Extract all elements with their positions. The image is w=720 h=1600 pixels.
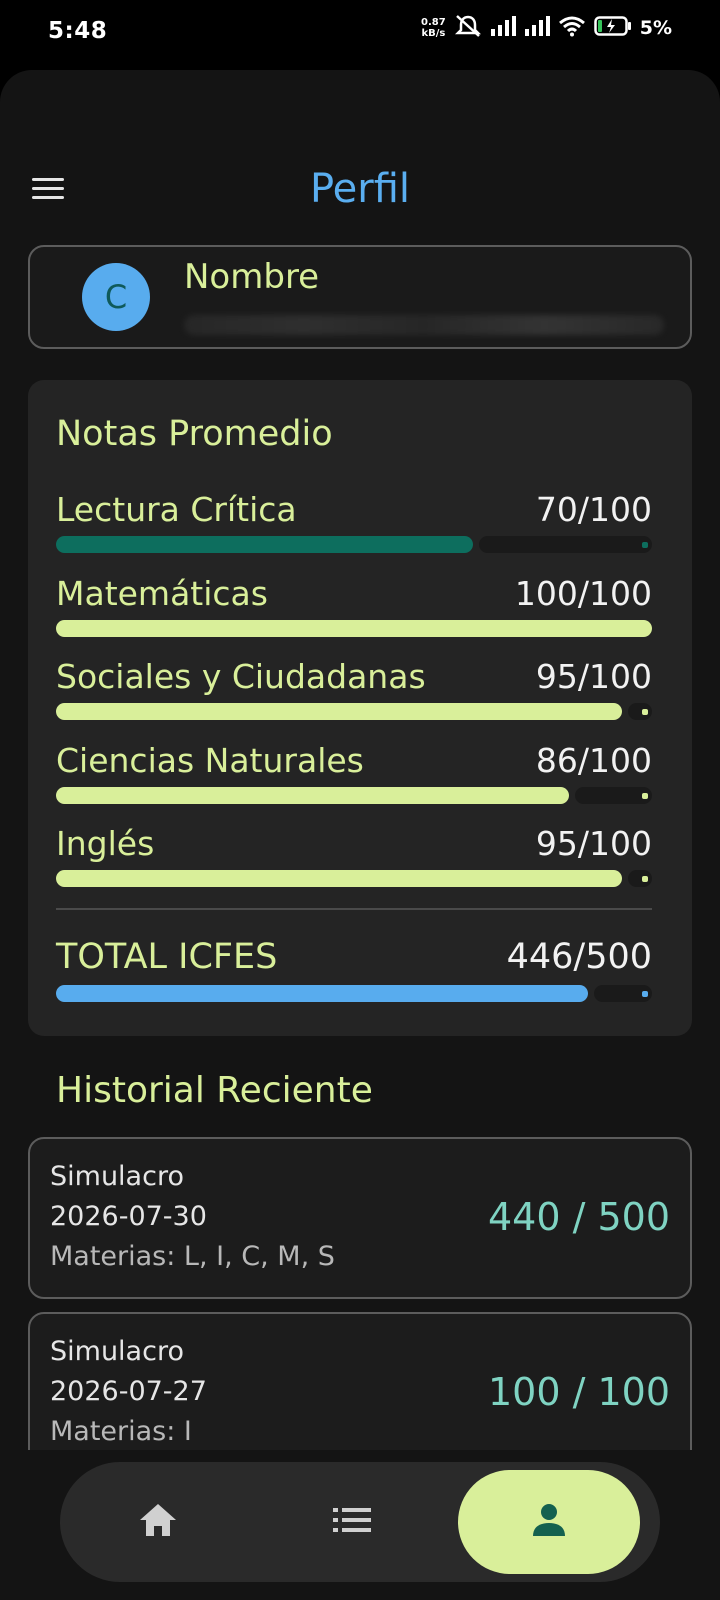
history-item[interactable]: Simulacro 2026-07-30 Materias: L, I, C, … [28,1137,692,1299]
total-label: TOTAL ICFES [56,937,278,977]
progress-bar [56,870,652,887]
subject-sociales: Sociales y Ciudadanas 95/100 [56,657,652,727]
subject-score: 100/100 [514,574,652,613]
home-icon [138,1502,178,1542]
subject-score: 70/100 [535,490,652,529]
progress-fill [56,870,622,887]
history-title: Historial Reciente [56,1070,373,1111]
subject-label: Inglés [56,824,155,863]
progress-bar [56,620,652,637]
user-card: C Nombre [28,245,692,349]
battery-icon [593,15,632,41]
network-speed-unit: kB/s [421,28,446,39]
progress-remaining [628,703,652,720]
progress-fill [56,703,622,720]
subject-matematicas: Matemáticas 100/100 [56,574,652,644]
bottom-nav [60,1462,660,1582]
nav-profile[interactable] [458,1470,640,1574]
network-speed: 0.87 kB/s [421,17,446,39]
history-date: 2026-07-27 [50,1376,207,1407]
app-surface: Perfil C Nombre Notas Promedio Lectura C… [0,70,720,1600]
progress-bar [56,985,652,1002]
status-bar: 5:48 0.87 kB/s 5% [0,0,720,66]
network-speed-value: 0.87 [421,17,446,28]
total-icfes: TOTAL ICFES 446/500 [56,937,652,1007]
progress-bar [56,536,652,553]
status-time: 5:48 [48,18,108,44]
person-icon [531,1502,567,1542]
subject-label: Lectura Crítica [56,490,297,529]
divider [56,908,652,910]
progress-bar [56,703,652,720]
progress-fill [56,620,652,637]
progress-remaining [575,787,652,804]
progress-end-dot [642,793,648,799]
list-icon [332,1505,372,1539]
progress-end-dot [642,542,648,548]
history-score: 100 / 100 [487,1370,670,1414]
subject-label: Sociales y Ciudadanas [56,657,426,696]
subject-label: Matemáticas [56,574,268,613]
history-type: Simulacro [50,1336,184,1367]
grades-title: Notas Promedio [56,414,333,454]
history-score: 440 / 500 [487,1195,670,1239]
mute-icon [454,14,482,42]
history-date: 2026-07-30 [50,1201,207,1232]
signal-icon [490,15,516,41]
avatar: C [82,263,150,331]
progress-end-dot [642,876,648,882]
page-title: Perfil [309,166,411,212]
redacted-name [184,315,664,335]
nav-list[interactable] [274,1470,430,1574]
wifi-icon [558,15,586,41]
progress-bar [56,787,652,804]
progress-end-dot [642,991,648,997]
battery-percent: 5% [639,17,672,39]
status-icons: 0.87 kB/s 5% [421,14,672,42]
history-subjects: Materias: I [50,1416,192,1447]
progress-end-dot [642,709,648,715]
progress-fill [56,787,569,804]
progress-remaining [479,536,652,553]
subject-ingles: Inglés 95/100 [56,824,652,894]
subject-lectura: Lectura Crítica 70/100 [56,490,652,560]
subject-ciencias: Ciencias Naturales 86/100 [56,741,652,811]
signal-icon-2 [524,15,550,41]
total-score: 446/500 [506,937,652,977]
history-type: Simulacro [50,1161,184,1192]
subject-score: 95/100 [535,657,652,696]
history-subjects: Materias: L, I, C, M, S [50,1241,335,1272]
user-name-label: Nombre [184,257,320,297]
subject-score: 95/100 [535,824,652,863]
progress-remaining [628,870,652,887]
subject-label: Ciencias Naturales [56,741,364,780]
progress-fill [56,985,588,1002]
nav-home[interactable] [80,1470,236,1574]
subject-score: 86/100 [535,741,652,780]
progress-fill [56,536,473,553]
grades-card: Notas Promedio Lectura Crítica 70/100 Ma… [28,380,692,1036]
